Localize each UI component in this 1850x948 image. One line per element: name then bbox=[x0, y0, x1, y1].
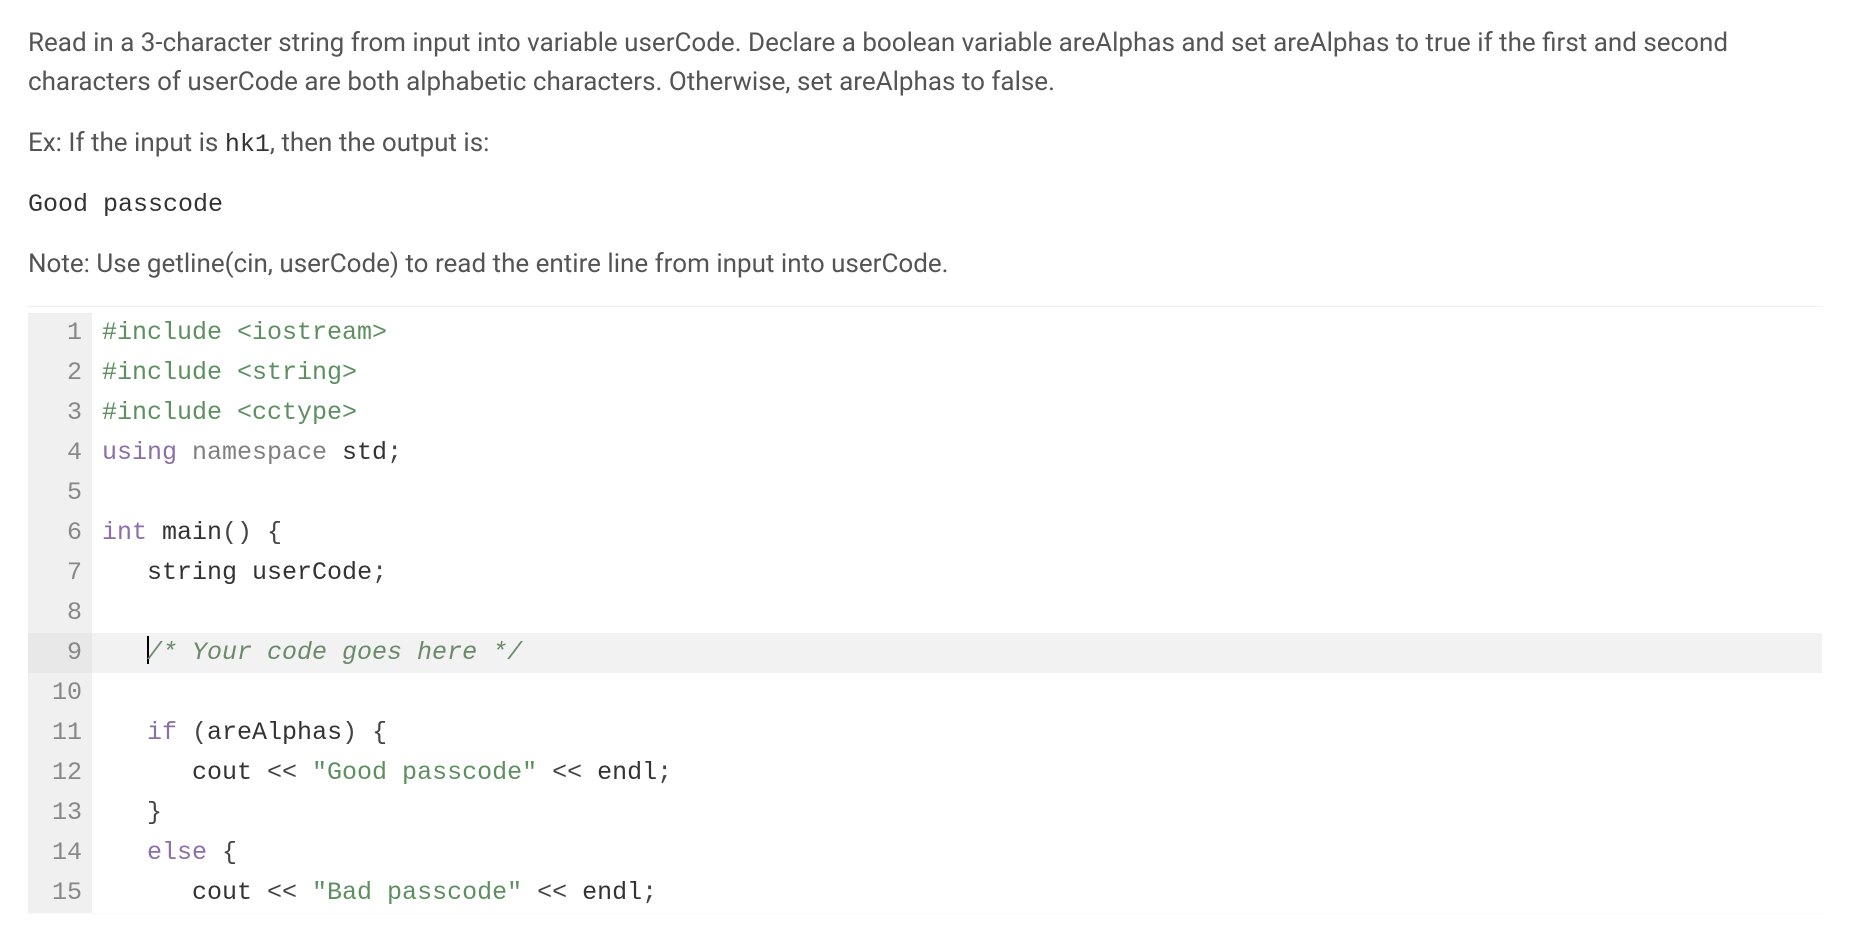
code-token: <iostream> bbox=[237, 318, 387, 347]
code-token: () { bbox=[222, 518, 282, 547]
code-token bbox=[102, 838, 147, 867]
line-number: 8 bbox=[28, 593, 92, 633]
code-line[interactable]: 7 string userCode; bbox=[28, 553, 1822, 593]
code-line[interactable]: 13 } bbox=[28, 793, 1822, 833]
code-token: string bbox=[147, 558, 252, 587]
code-token bbox=[102, 558, 147, 587]
code-token: { bbox=[222, 838, 237, 867]
code-line[interactable]: 8 bbox=[28, 593, 1822, 633]
code-token: << bbox=[537, 758, 597, 787]
code-token: using bbox=[102, 438, 192, 467]
code-line[interactable]: 1#include <iostream> bbox=[28, 313, 1822, 353]
code-token: #include bbox=[102, 318, 237, 347]
code-content[interactable]: string userCode; bbox=[92, 553, 1822, 593]
code-content[interactable]: cout << "Good passcode" << endl; bbox=[92, 753, 1822, 793]
instruction-paragraph-2: Ex: If the input is hk1, then the output… bbox=[28, 124, 1822, 164]
code-token: ( bbox=[192, 718, 207, 747]
code-line[interactable]: 15 cout << "Bad passcode" << endl; bbox=[28, 873, 1822, 913]
line-number: 1 bbox=[28, 313, 92, 353]
code-token: namespace bbox=[192, 438, 342, 467]
code-token: ; bbox=[372, 558, 387, 587]
code-content[interactable]: using namespace std; bbox=[92, 433, 1822, 473]
code-token: "Good passcode" bbox=[312, 758, 537, 787]
code-token: std bbox=[342, 438, 387, 467]
code-content[interactable]: /* Your code goes here */ bbox=[92, 633, 1822, 673]
code-token: <string> bbox=[237, 358, 357, 387]
code-content[interactable]: cout << "Bad passcode" << endl; bbox=[92, 873, 1822, 913]
code-token: int bbox=[102, 518, 162, 547]
code-line[interactable]: 9 /* Your code goes here */ bbox=[28, 633, 1822, 673]
code-token bbox=[102, 798, 147, 827]
instruction-note: Note: Use getline(cin, userCode) to read… bbox=[28, 245, 1822, 284]
code-token: areAlphas bbox=[207, 718, 342, 747]
line-number: 13 bbox=[28, 793, 92, 833]
code-token: << bbox=[267, 878, 312, 907]
code-token bbox=[102, 718, 147, 747]
code-token: ) { bbox=[342, 718, 387, 747]
code-content[interactable] bbox=[92, 673, 1822, 713]
line-number: 10 bbox=[28, 673, 92, 713]
code-token bbox=[102, 878, 192, 907]
line-number: 11 bbox=[28, 713, 92, 753]
code-editor-container: 1#include <iostream>2#include <string>3#… bbox=[28, 306, 1822, 913]
code-content[interactable]: #include <iostream> bbox=[92, 313, 1822, 353]
code-line[interactable]: 4using namespace std; bbox=[28, 433, 1822, 473]
code-token: ; bbox=[642, 878, 657, 907]
line-number: 6 bbox=[28, 513, 92, 553]
code-token: ; bbox=[657, 758, 672, 787]
instruction-paragraph-1: Read in a 3-character string from input … bbox=[28, 24, 1822, 102]
code-content[interactable]: int main() { bbox=[92, 513, 1822, 553]
code-token: cout bbox=[192, 758, 267, 787]
code-line[interactable]: 12 cout << "Good passcode" << endl; bbox=[28, 753, 1822, 793]
line-number: 14 bbox=[28, 833, 92, 873]
code-token: /* Your code goes here */ bbox=[147, 638, 522, 667]
code-line[interactable]: 11 if (areAlphas) { bbox=[28, 713, 1822, 753]
code-line[interactable]: 3#include <cctype> bbox=[28, 393, 1822, 433]
code-token: <cctype> bbox=[237, 398, 357, 427]
code-token: endl bbox=[597, 758, 657, 787]
page-root: Read in a 3-character string from input … bbox=[0, 0, 1850, 937]
code-content[interactable]: if (areAlphas) { bbox=[92, 713, 1822, 753]
code-token: #include bbox=[102, 398, 237, 427]
line-number: 3 bbox=[28, 393, 92, 433]
line-number: 9 bbox=[28, 633, 92, 673]
code-token: main bbox=[162, 518, 222, 547]
code-token bbox=[102, 638, 147, 667]
line-number: 2 bbox=[28, 353, 92, 393]
code-content[interactable]: } bbox=[92, 793, 1822, 833]
code-content[interactable] bbox=[92, 473, 1822, 513]
code-token: << bbox=[267, 758, 312, 787]
line-number: 4 bbox=[28, 433, 92, 473]
code-content[interactable] bbox=[92, 593, 1822, 633]
code-token: cout bbox=[192, 878, 267, 907]
code-line[interactable]: 6int main() { bbox=[28, 513, 1822, 553]
code-content[interactable]: #include <cctype> bbox=[92, 393, 1822, 433]
example-prefix: Ex: If the input is bbox=[28, 128, 225, 158]
code-token: userCode bbox=[252, 558, 372, 587]
code-token: } bbox=[147, 798, 162, 827]
code-token: if bbox=[147, 718, 192, 747]
example-suffix: , then the output is: bbox=[270, 128, 490, 158]
code-token: else bbox=[147, 838, 222, 867]
code-token: ; bbox=[387, 438, 402, 467]
code-content[interactable]: #include <string> bbox=[92, 353, 1822, 393]
code-line[interactable]: 14 else { bbox=[28, 833, 1822, 873]
code-token: << bbox=[522, 878, 582, 907]
code-line[interactable]: 5 bbox=[28, 473, 1822, 513]
line-number: 15 bbox=[28, 873, 92, 913]
code-editor[interactable]: 1#include <iostream>2#include <string>3#… bbox=[28, 307, 1822, 913]
problem-instructions: Read in a 3-character string from input … bbox=[28, 24, 1822, 284]
example-input-code: hk1 bbox=[225, 130, 270, 159]
line-number: 12 bbox=[28, 753, 92, 793]
code-token bbox=[102, 758, 192, 787]
code-line[interactable]: 10 bbox=[28, 673, 1822, 713]
example-output-block: Good passcode bbox=[28, 186, 1822, 224]
line-number: 5 bbox=[28, 473, 92, 513]
code-line[interactable]: 2#include <string> bbox=[28, 353, 1822, 393]
code-content[interactable]: else { bbox=[92, 833, 1822, 873]
code-token: "Bad passcode" bbox=[312, 878, 522, 907]
line-number: 7 bbox=[28, 553, 92, 593]
code-token: #include bbox=[102, 358, 237, 387]
code-token: endl bbox=[582, 878, 642, 907]
